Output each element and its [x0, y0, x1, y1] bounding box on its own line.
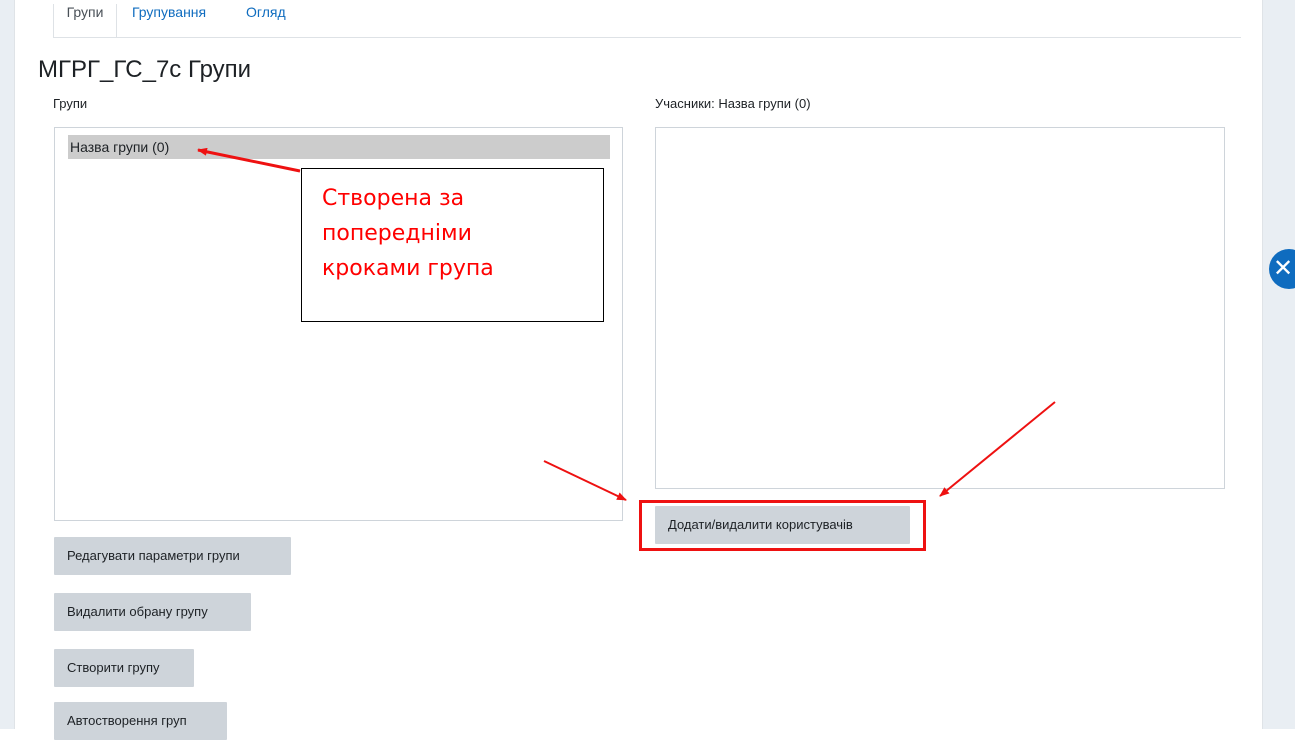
tab-groupings[interactable]: Групування — [132, 4, 206, 20]
group-tabs: Групи Групування Огляд — [53, 0, 1241, 38]
callout-line-3: кроками група — [322, 256, 494, 281]
edit-group-settings-button[interactable]: Редагувати параметри групи — [54, 537, 291, 575]
tab-overview[interactable]: Огляд — [246, 4, 286, 20]
tab-groups[interactable]: Групи — [53, 4, 117, 37]
left-page-gutter — [0, 0, 15, 729]
create-group-button[interactable]: Створити групу — [54, 649, 194, 687]
group-option[interactable]: Назва групи (0) — [68, 135, 610, 159]
right-gutter-divider — [1262, 0, 1263, 729]
groups-label: Групи — [53, 96, 88, 111]
members-listbox[interactable] — [655, 127, 1225, 489]
callout-line-2: попередніми — [322, 221, 472, 246]
right-page-gutter — [1262, 0, 1295, 729]
highlight-box — [639, 500, 926, 551]
left-gutter-divider — [14, 0, 15, 729]
page-title: МГРГ_ГС_7с Групи — [38, 56, 252, 83]
callout-line-1: Створена за — [322, 186, 465, 211]
annotation-callout: Створена за попередніми кроками група — [301, 168, 604, 322]
members-label: Учасники: Назва групи (0) — [655, 96, 811, 111]
auto-create-groups-button[interactable]: Автостворення груп — [54, 702, 227, 740]
delete-selected-group-button[interactable]: Видалити обрану групу — [54, 593, 251, 631]
